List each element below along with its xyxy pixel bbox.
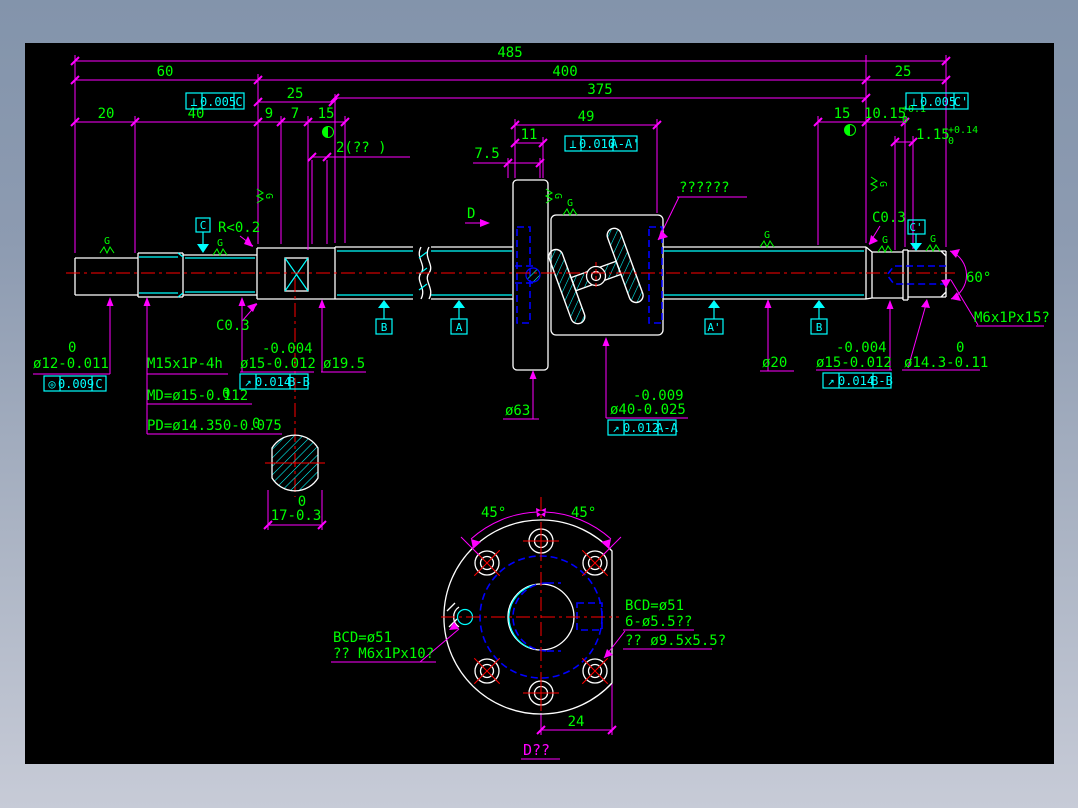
dim-17: 17-0.3 [271, 508, 322, 524]
dim-60: 60 [157, 64, 174, 80]
gdt-datum-ref: C [95, 377, 102, 391]
gdt-datum-ref: B-B [288, 375, 310, 389]
dim-375: 375 [587, 82, 612, 98]
gd t-datum-ref: C' [954, 95, 968, 109]
label-d40: ø40-0.025 [610, 402, 686, 418]
gdt-frame-runout-aa: ↗ 0.012 A-A [608, 420, 679, 435]
label-chamfer-left: C0.3 [216, 318, 250, 334]
label-d12: ø12-0.011 [33, 356, 109, 372]
label-bcd-left-1: BCD=ø51 [333, 630, 392, 646]
label-r-limit: R<0.2 [218, 220, 260, 236]
cad-window-frame: G [0, 0, 1078, 808]
gdt-datum-ref: B-B [871, 374, 893, 388]
label-d15l: ø15-0.012 [240, 356, 316, 372]
dim-45-left: 45° [481, 505, 506, 521]
dim-10-15-tol-dn: 0 [902, 115, 908, 126]
dim-15-right: 15 [834, 106, 851, 122]
datum-letter: B [381, 321, 388, 334]
label-d14-3: ø14.3-0.11 [904, 355, 988, 371]
gdt-frame-runout-bb-right: ↗ 0.014 B-B [823, 373, 893, 388]
note-question-marks: ?????? [679, 180, 730, 196]
dim-25-left: 25 [287, 86, 304, 102]
datum-letter: A [456, 321, 463, 334]
label-chamfer-right: C0.3 [872, 210, 906, 226]
dim-60deg: 60° [966, 270, 991, 286]
gdt-frame-runout-bb-left: ↗ 0.014 B-B [240, 374, 310, 389]
dim-20: 20 [98, 106, 115, 122]
gdt-datum-ref: C [235, 95, 242, 109]
gdt-frame-conc-c: ◎ 0.009 C [44, 376, 106, 391]
drawing-canvas: G [0, 0, 1078, 808]
section-view-keyway: 0 17-0.3 [265, 435, 325, 524]
label-view-d-arrow: D [467, 206, 475, 222]
dim-400: 400 [552, 64, 577, 80]
dim-25-right: 25 [895, 64, 912, 80]
label-d15l-tol: -0.004 [262, 341, 313, 357]
datum-letter: C [200, 219, 207, 232]
label-bcd-right-2: 6-ø5.5?? [625, 614, 692, 630]
datum-letter: A' [707, 321, 720, 334]
gdt-value: 0.014 [838, 374, 874, 388]
label-d20: ø20 [762, 355, 787, 371]
label-bcd-right-1: BCD=ø51 [625, 598, 684, 614]
dim-10-15: 10.15 [864, 106, 906, 122]
label-d15r-tol: -0.004 [836, 340, 887, 356]
gdt-frame-perp-c2: ⊥ 0.005 C' [906, 93, 968, 109]
label-d14-3-tol: 0 [956, 340, 964, 356]
dim-7: 7 [291, 106, 299, 122]
label-d63: ø63 [505, 403, 530, 419]
gdt-symbol: ◎ [48, 377, 55, 391]
view-title: D?? [523, 741, 550, 759]
dim-45-right: 45° [571, 505, 596, 521]
label-pd: PD=ø14.350-0.075 [147, 418, 282, 434]
gdt-datum-ref: A-A' [611, 137, 640, 151]
dim-49: 49 [578, 109, 595, 125]
gdt-datum-ref: A-A [656, 421, 678, 435]
dim-1-15-tol-dn: 0 [948, 136, 954, 147]
gdt-symbol: ↗ [244, 375, 251, 389]
gdt-symbol: ⊥ [569, 137, 576, 151]
dim-2: 2(?? ) [336, 140, 387, 156]
gdt-symbol: ⊥ [190, 95, 197, 109]
dim-1-15-tol-up: +0.14 [948, 125, 978, 136]
label-d15r: ø15-0.012 [816, 355, 892, 371]
label-m15-thread: M15x1P-4h [147, 356, 223, 372]
gdt-frame-perp-aa: ⊥ 0.010 A-A' [565, 136, 639, 151]
label-d19-5: ø19.5 [323, 356, 365, 372]
dim-1-15: 1.15 [916, 127, 950, 143]
datum-letter: C' [909, 221, 922, 234]
gdt-value: 0.005 [920, 95, 956, 109]
dim-9: 9 [265, 106, 273, 122]
gdt-symbol: ↗ [612, 421, 619, 435]
datum-letter: B [816, 321, 823, 334]
label-d12-tol: 0 [68, 340, 76, 356]
dim-15-left: 15 [318, 106, 335, 122]
gdt-value: 0.012 [623, 421, 659, 435]
gdt-value: 0.005 [200, 95, 236, 109]
gdt-value: 0.014 [255, 375, 291, 389]
dim-24: 24 [568, 714, 585, 730]
dim-7-5: 7.5 [474, 146, 499, 162]
dim-485: 485 [497, 45, 522, 61]
gdt-symbol: ⊥ [910, 95, 917, 109]
dim-11: 11 [521, 127, 538, 143]
label-bcd-left-2: ?? M6x1Px10? [333, 646, 434, 662]
gdt-value: 0.009 [58, 377, 94, 391]
label-md: MD=ø15-0.112 [147, 388, 248, 404]
gdt-frame-perp-c: ⊥ 0.005 C [186, 93, 244, 109]
label-m6-right: M6x1Px15? [974, 310, 1050, 326]
grease-hole [526, 268, 540, 282]
label-bcd-right-3: ?? ø9.5x5.5? [625, 633, 726, 649]
gdt-symbol: ↗ [827, 374, 834, 388]
